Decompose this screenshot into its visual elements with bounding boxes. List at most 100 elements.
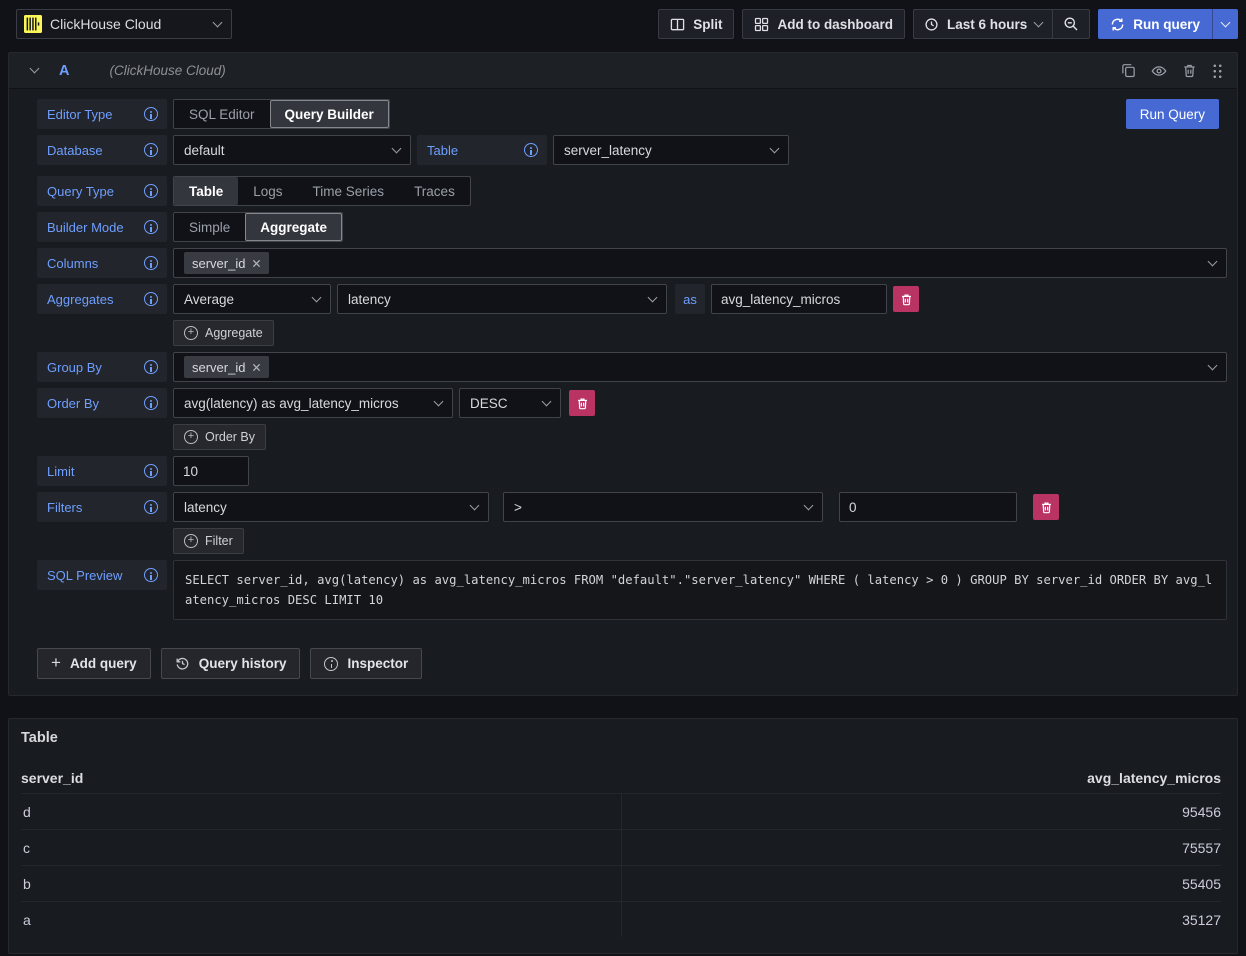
table-label: Table xyxy=(417,135,547,165)
columns-multiselect[interactable]: server_id xyxy=(173,248,1227,278)
order-by-direction-select[interactable]: DESC xyxy=(459,388,561,418)
chevron-down-icon xyxy=(770,143,780,153)
copy-icon xyxy=(1121,63,1136,78)
run-query-button[interactable]: Run query xyxy=(1098,9,1212,39)
query-row-header: A (ClickHouse Cloud) xyxy=(9,53,1237,89)
info-icon[interactable] xyxy=(144,143,158,157)
editor-type-option-sql-editor[interactable]: SQL Editor xyxy=(174,100,270,128)
editor-type-option-query-builder[interactable]: Query Builder xyxy=(270,100,389,128)
query-type-option-table[interactable]: Table xyxy=(174,177,238,205)
info-icon[interactable] xyxy=(144,568,158,582)
split-button[interactable]: Split xyxy=(658,9,734,39)
clickhouse-logo-icon xyxy=(24,15,42,33)
selected-group-by-chip: server_id xyxy=(184,356,269,378)
remove-group-by-icon[interactable] xyxy=(252,363,261,372)
run-query-label: Run query xyxy=(1133,17,1200,32)
remove-filter-button[interactable] xyxy=(1033,494,1059,520)
query-history-button[interactable]: Query history xyxy=(161,648,301,679)
as-label: as xyxy=(675,284,705,314)
column-header-server-id[interactable]: server_id xyxy=(21,770,621,786)
cell-server-id: b xyxy=(21,876,621,892)
remove-column-icon[interactable] xyxy=(252,259,261,268)
query-editor-panel: A (ClickHouse Cloud) Editor Type xyxy=(8,52,1238,696)
database-select[interactable]: default xyxy=(173,135,411,165)
results-table-header: server_id avg_latency_micros xyxy=(21,763,1221,793)
zoom-out-button[interactable] xyxy=(1052,10,1089,38)
chevron-down-icon xyxy=(804,500,814,510)
editor-type-radio-group: SQL Editor Query Builder xyxy=(173,99,390,129)
drag-dots-icon xyxy=(1212,63,1223,78)
run-query-options-button[interactable] xyxy=(1212,9,1238,39)
collapse-query-button[interactable] xyxy=(23,69,45,72)
clock-icon xyxy=(924,17,939,32)
inspector-button[interactable]: Inspector xyxy=(310,648,422,679)
info-icon[interactable] xyxy=(144,220,158,234)
editor-type-label: Editor Type xyxy=(37,99,167,129)
time-range-picker[interactable]: Last 6 hours xyxy=(914,10,1052,38)
order-by-field-select[interactable]: avg(latency) as avg_latency_micros xyxy=(173,388,453,418)
datasource-picker[interactable]: ClickHouse Cloud xyxy=(16,9,232,39)
add-aggregate-button[interactable]: Aggregate xyxy=(173,320,274,346)
plus-circle-icon xyxy=(184,430,198,444)
chevron-down-icon xyxy=(312,292,322,302)
add-query-button[interactable]: Add query xyxy=(37,648,151,679)
add-to-dashboard-button[interactable]: Add to dashboard xyxy=(742,9,905,39)
column-header-avg-latency[interactable]: avg_latency_micros xyxy=(621,770,1221,786)
info-icon[interactable] xyxy=(144,464,158,478)
builder-mode-option-simple[interactable]: Simple xyxy=(174,213,245,241)
chevron-down-icon xyxy=(213,17,223,27)
info-icon[interactable] xyxy=(144,396,158,410)
trash-icon xyxy=(1182,63,1197,78)
search-minus-icon xyxy=(1063,16,1079,32)
drag-handle[interactable] xyxy=(1212,63,1223,78)
info-icon[interactable] xyxy=(144,292,158,306)
table-row: a 35127 xyxy=(21,901,1221,937)
aggregates-label: Aggregates xyxy=(37,284,167,314)
sql-preview-text: SELECT server_id, avg(latency) as avg_la… xyxy=(173,560,1227,620)
query-type-option-logs[interactable]: Logs xyxy=(238,177,297,205)
info-icon[interactable] xyxy=(144,256,158,270)
group-by-label: Group By xyxy=(37,352,167,382)
limit-input[interactable] xyxy=(173,456,249,486)
query-type-option-traces[interactable]: Traces xyxy=(399,177,470,205)
datasource-name: ClickHouse Cloud xyxy=(50,16,206,32)
time-range-label: Last 6 hours xyxy=(947,17,1027,32)
results-panel-title: Table xyxy=(21,730,1221,746)
info-icon[interactable] xyxy=(144,184,158,198)
aggregate-alias-input[interactable] xyxy=(711,284,887,314)
plus-circle-icon xyxy=(184,534,198,548)
sql-preview-label: SQL Preview xyxy=(37,560,167,590)
aggregate-column-select[interactable]: latency xyxy=(337,284,667,314)
aggregate-function-select[interactable]: Average xyxy=(173,284,331,314)
remove-aggregate-button[interactable] xyxy=(893,286,919,312)
eye-icon xyxy=(1151,63,1167,79)
remove-order-by-button[interactable] xyxy=(569,390,595,416)
query-type-option-time-series[interactable]: Time Series xyxy=(298,177,400,205)
split-icon xyxy=(670,17,685,32)
panel-run-query-button[interactable]: Run Query xyxy=(1126,99,1219,129)
filter-value-input[interactable] xyxy=(839,492,1017,522)
toggle-visibility-button[interactable] xyxy=(1151,63,1167,79)
chevron-down-icon xyxy=(542,396,552,406)
filter-field-select[interactable]: latency xyxy=(173,492,489,522)
delete-query-button[interactable] xyxy=(1182,63,1197,78)
info-icon[interactable] xyxy=(144,500,158,514)
chevron-down-icon xyxy=(1208,360,1218,370)
chevron-down-icon xyxy=(1208,256,1218,266)
table-select[interactable]: server_latency xyxy=(553,135,789,165)
info-icon[interactable] xyxy=(144,107,158,121)
add-filter-button[interactable]: Filter xyxy=(173,528,244,554)
table-row: b 55405 xyxy=(21,865,1221,901)
selected-column-chip: server_id xyxy=(184,252,269,274)
cell-avg-latency: 35127 xyxy=(621,902,1221,937)
builder-mode-option-aggregate[interactable]: Aggregate xyxy=(245,213,342,241)
explore-toolbar: ClickHouse Cloud Split Add to dashboard … xyxy=(0,0,1246,46)
info-icon[interactable] xyxy=(524,143,538,157)
duplicate-query-button[interactable] xyxy=(1121,63,1136,78)
info-icon[interactable] xyxy=(144,360,158,374)
group-by-multiselect[interactable]: server_id xyxy=(173,352,1227,382)
filter-operator-select[interactable]: > xyxy=(503,492,823,522)
filters-label: Filters xyxy=(37,492,167,522)
run-query-split-button: Run query xyxy=(1098,9,1238,39)
add-order-by-button[interactable]: Order By xyxy=(173,424,266,450)
